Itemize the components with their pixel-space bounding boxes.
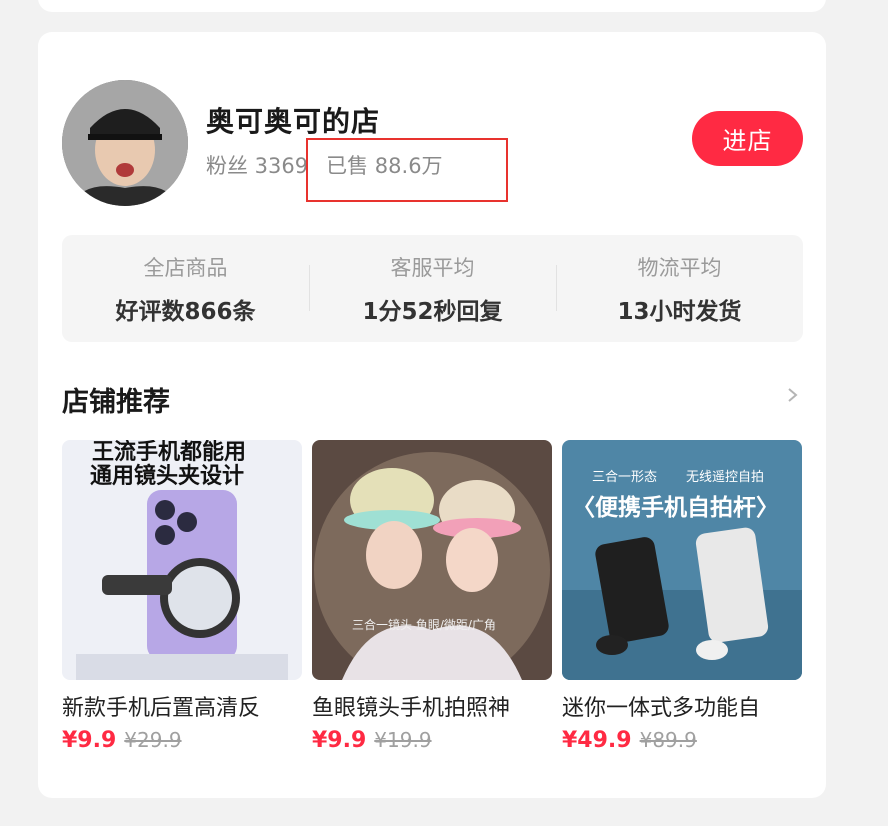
metric-label: 客服平均	[390, 255, 475, 280]
annotation-highlight-box	[306, 138, 508, 202]
product-original-price: ¥19.9	[374, 728, 432, 752]
image-text: 无线遥控自拍	[686, 470, 765, 485]
product-title[interactable]: 新款手机后置高清反	[62, 690, 302, 722]
product-list: 王流手机都能用 通用镜头夹设计 新款手机后置高清反 ¥9.9 ¥29.9 三合一…	[62, 440, 802, 753]
price-row: ¥49.9 ¥89.9	[562, 728, 802, 753]
metric-reviews[interactable]: 全店商品 好评数866条	[62, 235, 309, 342]
metric-value: 13小时发货	[617, 298, 742, 325]
image-text: 三合一形态	[592, 470, 658, 485]
store-avatar[interactable]	[62, 80, 188, 206]
product-card[interactable]: 三合一镜头 鱼眼/微距/广角 鱼眼镜头手机拍照神 ¥9.9 ¥19.9	[312, 440, 552, 753]
product-price: ¥9.9	[62, 728, 117, 753]
store-metrics: 全店商品 好评数866条 客服平均 1分52秒回复 物流平均 13小时发货	[62, 235, 803, 342]
metric-label: 全店商品	[143, 255, 228, 280]
section-title: 店铺推荐	[62, 387, 170, 418]
image-text: 〈便携手机自拍杆〉	[572, 495, 779, 521]
metric-value: 1分52秒回复	[362, 298, 503, 325]
price-row: ¥9.9 ¥19.9	[312, 728, 552, 753]
store-card: 奥可奥可的店 粉丝 3369 已售 88.6万 进店 全店商品 好评数866条 客…	[38, 32, 826, 798]
product-card[interactable]: 三合一形态 无线遥控自拍 〈便携手机自拍杆〉 迷你一体式多功能自 ¥49.9 ¥8…	[562, 440, 802, 753]
product-original-price: ¥29.9	[124, 728, 182, 752]
product-title[interactable]: 鱼眼镜头手机拍照神	[312, 690, 552, 722]
price-row: ¥9.9 ¥29.9	[62, 728, 302, 753]
previous-card	[38, 0, 826, 12]
metric-value: 好评数866条	[115, 298, 256, 325]
image-text: 三合一镜头 鱼眼/微距/广角	[352, 618, 496, 632]
product-photo-fisheye-selfie	[312, 440, 552, 680]
store-name[interactable]: 奥可奥可的店	[206, 100, 380, 140]
product-price: ¥9.9	[312, 728, 367, 753]
product-image[interactable]: 王流手机都能用 通用镜头夹设计	[62, 440, 302, 680]
metric-logistics[interactable]: 物流平均 13小时发货	[556, 235, 803, 342]
product-image[interactable]: 三合一镜头 鱼眼/微距/广角	[312, 440, 552, 680]
fans-count: 粉丝 3369	[206, 154, 309, 178]
product-title[interactable]: 迷你一体式多功能自	[562, 690, 802, 722]
metric-service[interactable]: 客服平均 1分52秒回复	[309, 235, 556, 342]
enter-store-button[interactable]: 进店	[692, 111, 803, 166]
chevron-right-icon[interactable]	[786, 388, 800, 402]
product-card[interactable]: 王流手机都能用 通用镜头夹设计 新款手机后置高清反 ¥9.9 ¥29.9	[62, 440, 302, 753]
avatar-photo	[62, 80, 188, 206]
metric-label: 物流平均	[637, 255, 722, 280]
product-price: ¥49.9	[562, 728, 632, 753]
product-image[interactable]: 三合一形态 无线遥控自拍 〈便携手机自拍杆〉	[562, 440, 802, 680]
product-original-price: ¥89.9	[639, 728, 697, 752]
image-text: 通用镜头夹设计	[90, 464, 245, 489]
